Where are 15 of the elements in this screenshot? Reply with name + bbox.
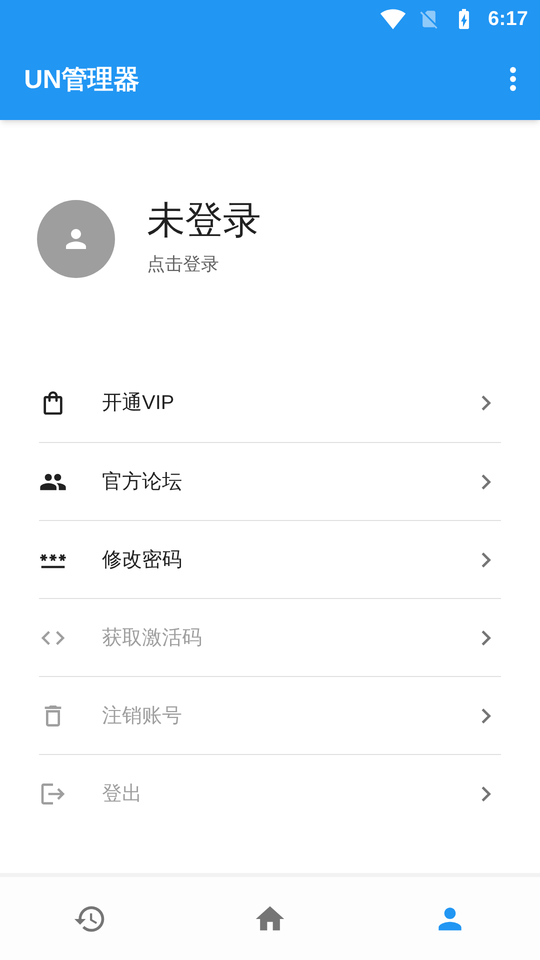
status-time: 6:17 [488,7,528,32]
menu-label: 注销账号 [102,704,183,728]
menu-label: 官方论坛 [102,470,183,494]
profile-name: 未登录 [147,199,261,243]
menu-item[interactable]: 修改密码 [39,520,501,598]
menu-label: 获取激活码 [102,626,203,650]
no-sim-icon [418,8,440,30]
menu-label: 修改密码 [102,548,183,572]
app-title: UN管理器 [24,62,140,96]
more-vertical-icon [510,67,516,91]
menu-item[interactable]: 官方论坛 [39,442,501,520]
menu-label: 登出 [102,782,143,806]
login-link[interactable]: 点击登录 [147,251,261,278]
menu-label: 开通VIP [102,391,176,416]
menu-item[interactable]: 开通VIP [39,364,501,442]
